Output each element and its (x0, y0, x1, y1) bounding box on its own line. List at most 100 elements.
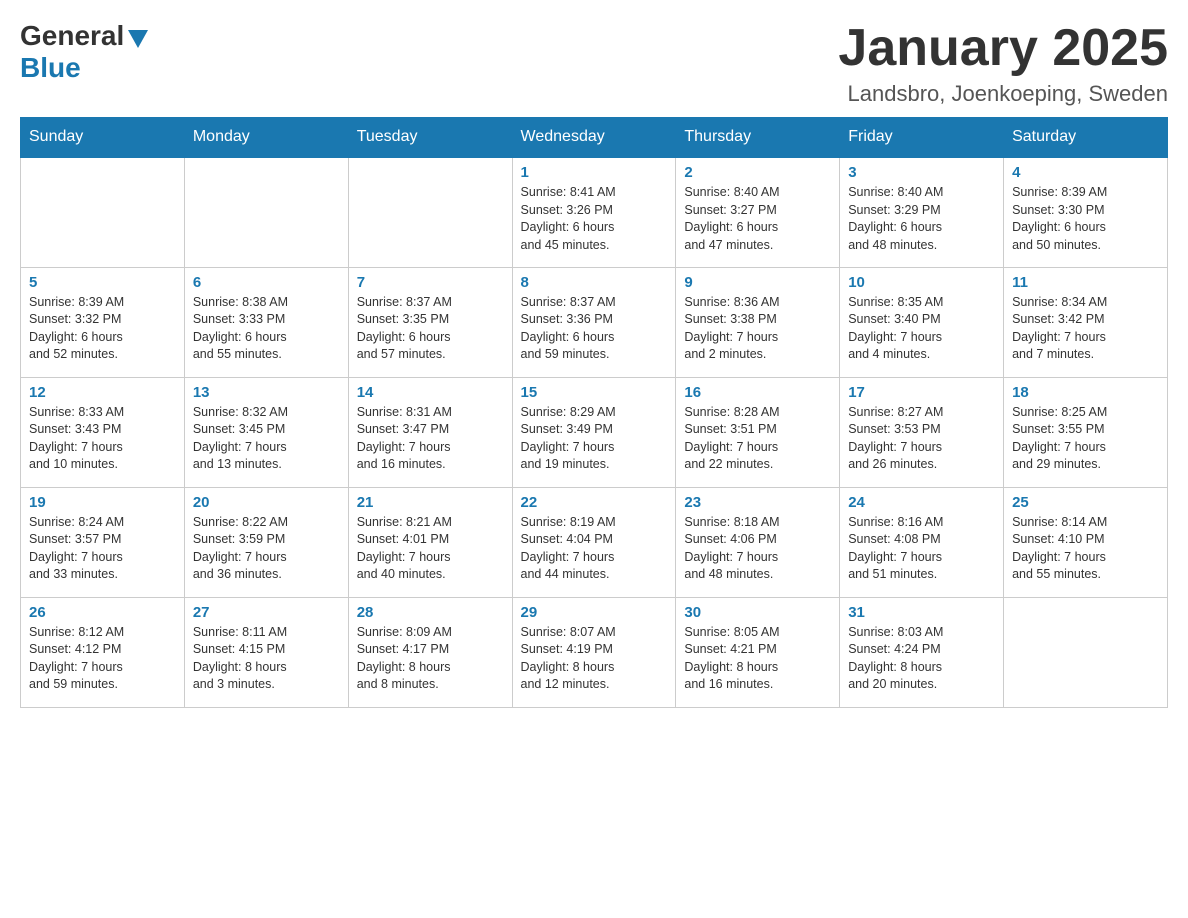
day-number: 29 (521, 604, 668, 621)
calendar-cell: 14 Sunrise: 8:31 AM Sunset: 3:47 PM Dayli… (348, 377, 512, 487)
calendar-cell: 20 Sunrise: 8:22 AM Sunset: 3:59 PM Dayli… (184, 487, 348, 597)
logo-general-text: General (20, 20, 124, 52)
day-info: Sunrise: 8:14 AM Sunset: 4:10 PM Dayligh… (1012, 514, 1159, 584)
day-number: 10 (848, 274, 995, 291)
day-info: Sunrise: 8:07 AM Sunset: 4:19 PM Dayligh… (521, 624, 668, 694)
logo-blue-text: Blue (20, 52, 81, 84)
day-number: 6 (193, 274, 340, 291)
logo-arrow-icon (128, 30, 148, 48)
day-number: 17 (848, 384, 995, 401)
day-info: Sunrise: 8:03 AM Sunset: 4:24 PM Dayligh… (848, 624, 995, 694)
header-tuesday: Tuesday (348, 118, 512, 158)
calendar-cell: 2 Sunrise: 8:40 AM Sunset: 3:27 PM Daylig… (676, 157, 840, 267)
day-info: Sunrise: 8:39 AM Sunset: 3:32 PM Dayligh… (29, 294, 176, 364)
day-info: Sunrise: 8:09 AM Sunset: 4:17 PM Dayligh… (357, 624, 504, 694)
calendar-cell: 30 Sunrise: 8:05 AM Sunset: 4:21 PM Dayli… (676, 597, 840, 707)
day-info: Sunrise: 8:40 AM Sunset: 3:27 PM Dayligh… (684, 184, 831, 254)
calendar-cell: 7 Sunrise: 8:37 AM Sunset: 3:35 PM Daylig… (348, 267, 512, 377)
calendar-cell: 21 Sunrise: 8:21 AM Sunset: 4:01 PM Dayli… (348, 487, 512, 597)
day-number: 1 (521, 164, 668, 181)
day-number: 2 (684, 164, 831, 181)
calendar-cell: 18Sunrise: 8:25 AM Sunset: 3:55 PM Dayli… (1004, 377, 1168, 487)
header-friday: Friday (840, 118, 1004, 158)
calendar-cell: 12 Sunrise: 8:33 AM Sunset: 3:43 PM Dayli… (21, 377, 185, 487)
day-info: Sunrise: 8:27 AM Sunset: 3:53 PM Dayligh… (848, 404, 995, 474)
calendar-cell: 17 Sunrise: 8:27 AM Sunset: 3:53 PM Dayli… (840, 377, 1004, 487)
day-number: 27 (193, 604, 340, 621)
calendar-cell: 25 Sunrise: 8:14 AM Sunset: 4:10 PM Dayli… (1004, 487, 1168, 597)
day-number: 21 (357, 494, 504, 511)
calendar-cell: 31 Sunrise: 8:03 AM Sunset: 4:24 PM Dayli… (840, 597, 1004, 707)
calendar-cell (1004, 597, 1168, 707)
day-info: Sunrise: 8:40 AM Sunset: 3:29 PM Dayligh… (848, 184, 995, 254)
calendar-cell: 3 Sunrise: 8:40 AM Sunset: 3:29 PM Daylig… (840, 157, 1004, 267)
day-number: 7 (357, 274, 504, 291)
calendar-cell: 11Sunrise: 8:34 AM Sunset: 3:42 PM Dayli… (1004, 267, 1168, 377)
header-saturday: Saturday (1004, 118, 1168, 158)
day-number: 19 (29, 494, 176, 511)
calendar-cell: 5 Sunrise: 8:39 AM Sunset: 3:32 PM Daylig… (21, 267, 185, 377)
calendar-cell: 8Sunrise: 8:37 AM Sunset: 3:36 PM Daylig… (512, 267, 676, 377)
day-info: Sunrise: 8:38 AM Sunset: 3:33 PM Dayligh… (193, 294, 340, 364)
calendar-title: January 2025 (838, 20, 1168, 77)
day-info: Sunrise: 8:16 AM Sunset: 4:08 PM Dayligh… (848, 514, 995, 584)
day-number: 3 (848, 164, 995, 181)
calendar-cell: 6 Sunrise: 8:38 AM Sunset: 3:33 PM Daylig… (184, 267, 348, 377)
day-info: Sunrise: 8:39 AM Sunset: 3:30 PM Dayligh… (1012, 184, 1159, 254)
calendar-subtitle: Landsbro, Joenkoeping, Sweden (838, 81, 1168, 107)
calendar-cell: 27Sunrise: 8:11 AM Sunset: 4:15 PM Dayli… (184, 597, 348, 707)
title-section: January 2025 Landsbro, Joenkoeping, Swed… (838, 20, 1168, 107)
day-info: Sunrise: 8:19 AM Sunset: 4:04 PM Dayligh… (521, 514, 668, 584)
day-number: 15 (521, 384, 668, 401)
day-number: 13 (193, 384, 340, 401)
day-number: 9 (684, 274, 831, 291)
calendar-cell: 15 Sunrise: 8:29 AM Sunset: 3:49 PM Dayli… (512, 377, 676, 487)
day-info: Sunrise: 8:36 AM Sunset: 3:38 PM Dayligh… (684, 294, 831, 364)
day-info: Sunrise: 8:28 AM Sunset: 3:51 PM Dayligh… (684, 404, 831, 474)
calendar-cell: 28Sunrise: 8:09 AM Sunset: 4:17 PM Dayli… (348, 597, 512, 707)
calendar-cell (184, 157, 348, 267)
day-number: 16 (684, 384, 831, 401)
calendar-table: SundayMondayTuesdayWednesdayThursdayFrid… (20, 117, 1168, 708)
day-number: 20 (193, 494, 340, 511)
calendar-cell (21, 157, 185, 267)
day-number: 31 (848, 604, 995, 621)
calendar-header-row: SundayMondayTuesdayWednesdayThursdayFrid… (21, 118, 1168, 158)
calendar-cell: 10Sunrise: 8:35 AM Sunset: 3:40 PM Dayli… (840, 267, 1004, 377)
day-number: 30 (684, 604, 831, 621)
day-number: 4 (1012, 164, 1159, 181)
calendar-cell: 19 Sunrise: 8:24 AM Sunset: 3:57 PM Dayli… (21, 487, 185, 597)
day-info: Sunrise: 8:24 AM Sunset: 3:57 PM Dayligh… (29, 514, 176, 584)
day-info: Sunrise: 8:21 AM Sunset: 4:01 PM Dayligh… (357, 514, 504, 584)
day-number: 11 (1012, 274, 1159, 291)
day-info: Sunrise: 8:37 AM Sunset: 3:35 PM Dayligh… (357, 294, 504, 364)
day-info: Sunrise: 8:31 AM Sunset: 3:47 PM Dayligh… (357, 404, 504, 474)
logo: General Blue (20, 20, 148, 84)
week-row-5: 26 Sunrise: 8:12 AM Sunset: 4:12 PM Dayli… (21, 597, 1168, 707)
day-info: Sunrise: 8:22 AM Sunset: 3:59 PM Dayligh… (193, 514, 340, 584)
header-sunday: Sunday (21, 118, 185, 158)
page-header: General Blue January 2025 Landsbro, Joen… (20, 20, 1168, 107)
calendar-cell: 26 Sunrise: 8:12 AM Sunset: 4:12 PM Dayli… (21, 597, 185, 707)
day-info: Sunrise: 8:33 AM Sunset: 3:43 PM Dayligh… (29, 404, 176, 474)
calendar-cell: 4 Sunrise: 8:39 AM Sunset: 3:30 PM Daylig… (1004, 157, 1168, 267)
day-number: 8 (521, 274, 668, 291)
day-info: Sunrise: 8:05 AM Sunset: 4:21 PM Dayligh… (684, 624, 831, 694)
day-info: Sunrise: 8:12 AM Sunset: 4:12 PM Dayligh… (29, 624, 176, 694)
day-info: Sunrise: 8:41 AM Sunset: 3:26 PM Dayligh… (521, 184, 668, 254)
calendar-cell: 13Sunrise: 8:32 AM Sunset: 3:45 PM Dayli… (184, 377, 348, 487)
day-number: 5 (29, 274, 176, 291)
calendar-cell: 24 Sunrise: 8:16 AM Sunset: 4:08 PM Dayli… (840, 487, 1004, 597)
day-number: 23 (684, 494, 831, 511)
day-number: 14 (357, 384, 504, 401)
calendar-cell: 9 Sunrise: 8:36 AM Sunset: 3:38 PM Daylig… (676, 267, 840, 377)
calendar-cell: 29 Sunrise: 8:07 AM Sunset: 4:19 PM Dayli… (512, 597, 676, 707)
day-info: Sunrise: 8:25 AM Sunset: 3:55 PM Dayligh… (1012, 404, 1159, 474)
header-monday: Monday (184, 118, 348, 158)
day-number: 25 (1012, 494, 1159, 511)
day-number: 12 (29, 384, 176, 401)
day-info: Sunrise: 8:29 AM Sunset: 3:49 PM Dayligh… (521, 404, 668, 474)
day-number: 26 (29, 604, 176, 621)
day-number: 24 (848, 494, 995, 511)
week-row-1: 1 Sunrise: 8:41 AM Sunset: 3:26 PM Daylig… (21, 157, 1168, 267)
